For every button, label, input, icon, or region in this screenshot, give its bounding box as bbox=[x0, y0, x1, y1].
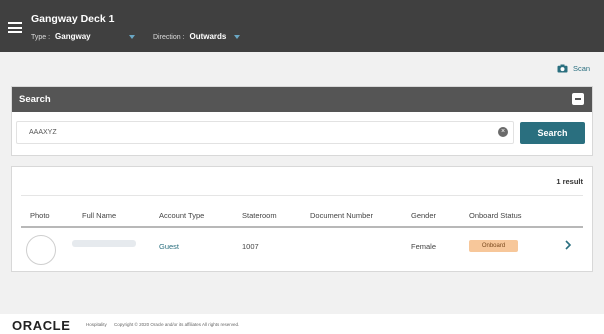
scan-label: Scan bbox=[573, 64, 591, 73]
column-header-document-number: Document Number bbox=[310, 211, 373, 220]
column-header-photo: Photo bbox=[30, 211, 50, 220]
logo-subtitle: Hospitality bbox=[86, 322, 107, 327]
header-underline bbox=[21, 226, 583, 228]
full-name-redacted bbox=[72, 240, 136, 247]
search-heading: Search bbox=[19, 94, 51, 105]
oracle-logo: ORACLE bbox=[12, 318, 71, 333]
copyright-text: Copyright © 2020 Oracle and/or its affil… bbox=[114, 322, 240, 327]
gender-value: Female bbox=[411, 242, 437, 251]
account-type-link[interactable]: Guest bbox=[159, 242, 179, 251]
stateroom-value: 1007 bbox=[242, 242, 259, 251]
hamburger-menu-icon[interactable] bbox=[8, 22, 22, 33]
clear-search-icon[interactable]: × bbox=[498, 127, 508, 137]
results-panel: 1 result Photo Full Name Account Type St… bbox=[11, 166, 593, 272]
type-label: Type : bbox=[31, 34, 51, 41]
result-count: 1 result bbox=[556, 177, 583, 186]
column-header-onboard-status: Onboard Status bbox=[469, 211, 522, 220]
direction-value: Outwards bbox=[189, 32, 227, 41]
direction-label: Direction : bbox=[153, 34, 185, 41]
column-header-full-name: Full Name bbox=[82, 211, 117, 220]
search-button[interactable]: Search bbox=[520, 122, 585, 144]
camera-icon bbox=[557, 64, 568, 73]
column-header-gender: Gender bbox=[411, 211, 437, 220]
column-header-stateroom: Stateroom bbox=[242, 211, 277, 220]
divider bbox=[21, 195, 583, 196]
footer: ORACLE Hospitality Copyright © 2020 Orac… bbox=[0, 314, 604, 334]
search-panel-header: Search bbox=[12, 87, 592, 112]
avatar bbox=[26, 235, 56, 265]
page-title: Gangway Deck 1 bbox=[31, 13, 115, 25]
chevron-right-icon[interactable] bbox=[563, 238, 573, 252]
scan-button[interactable]: Scan bbox=[557, 64, 590, 73]
status-badge: Onboard bbox=[469, 240, 518, 252]
direction-dropdown-caret-icon bbox=[234, 35, 240, 39]
direction-select[interactable]: Direction : Outwards bbox=[153, 32, 273, 41]
search-panel: Search AAAXYZ × Search bbox=[11, 86, 593, 156]
collapse-icon[interactable] bbox=[572, 93, 584, 105]
type-dropdown-caret-icon bbox=[129, 35, 135, 39]
type-value: Gangway bbox=[55, 32, 91, 41]
type-select[interactable]: Type : Gangway bbox=[31, 32, 141, 41]
app-header: Gangway Deck 1 Type : Gangway Direction … bbox=[0, 0, 604, 52]
column-header-account-type: Account Type bbox=[159, 211, 205, 220]
search-input[interactable]: AAAXYZ bbox=[16, 121, 514, 144]
